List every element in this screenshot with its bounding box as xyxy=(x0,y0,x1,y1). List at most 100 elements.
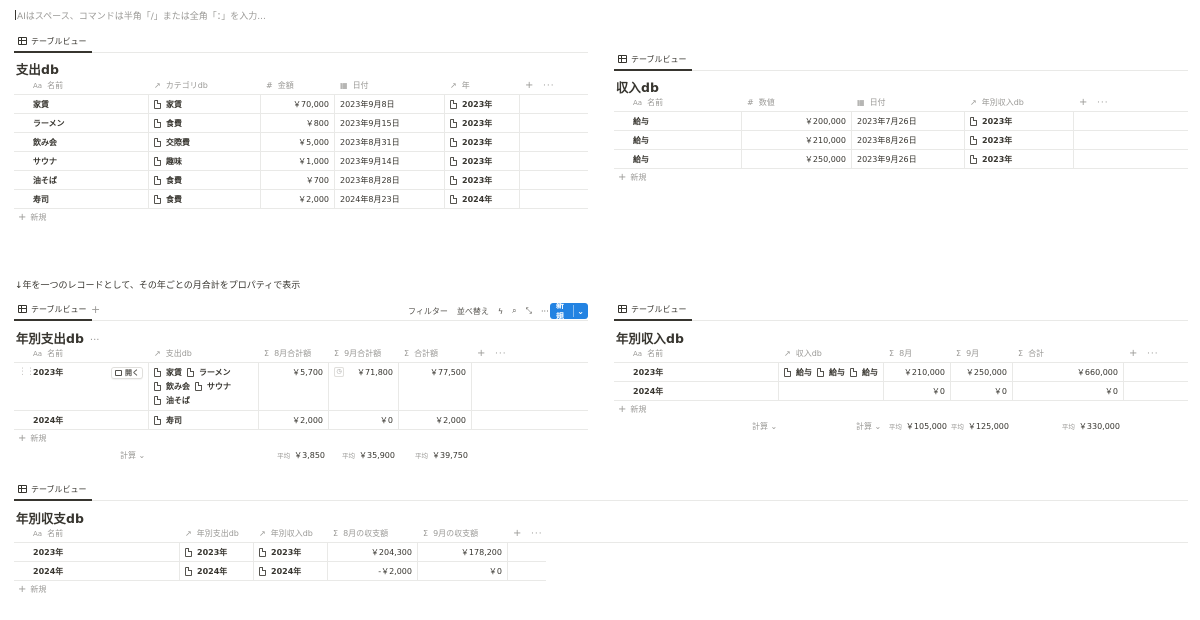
column-header-aug[interactable]: Σ 8月 xyxy=(884,345,951,362)
name-cell[interactable]: 2024年 xyxy=(28,411,149,429)
column-header-date[interactable]: ▦ 日付 xyxy=(335,77,445,94)
column-header-sep-total[interactable]: Σ 9月合計額 xyxy=(329,345,399,362)
avg-aug[interactable]: 平均 ￥105,000 xyxy=(884,418,947,434)
column-header-total[interactable]: Σ 合計 xyxy=(1013,345,1124,362)
name-cell[interactable]: 2023年 開く xyxy=(28,363,149,410)
amount-cell[interactable]: ￥1,000 xyxy=(261,152,335,170)
amount-cell[interactable]: ￥5,000 xyxy=(261,133,335,151)
relation-item[interactable]: 2023年 xyxy=(450,156,492,167)
name-cell[interactable]: 2024年 xyxy=(28,562,180,580)
date-cell[interactable]: 2023年9月8日 xyxy=(335,95,445,113)
value-cell[interactable]: ￥200,000 xyxy=(742,112,852,130)
relation-item[interactable]: 2023年 xyxy=(259,547,301,558)
tab-table-view[interactable]: テーブルビュー xyxy=(14,483,92,501)
year-cell[interactable]: 2023年 xyxy=(965,150,1074,168)
column-header-amount[interactable]: # 金額 xyxy=(261,77,335,94)
sep-balance-cell[interactable]: ￥0 xyxy=(418,562,508,580)
expense-relation-cell[interactable]: 家賃 ラーメン 飲み会 サウナ 油そば xyxy=(149,363,259,410)
sep-balance-cell[interactable]: ￥178,200 xyxy=(418,543,508,561)
relation-item[interactable]: 趣味 xyxy=(154,156,182,167)
relation-item[interactable]: 寿司 xyxy=(154,415,182,426)
more-options-button[interactable]: ··· xyxy=(490,345,510,362)
name-cell[interactable]: 給与 xyxy=(628,131,742,149)
column-header-category[interactable]: ↗ カテゴリdb xyxy=(149,77,261,94)
add-property-button[interactable]: + xyxy=(1124,345,1142,362)
relation-item[interactable]: 2023年 xyxy=(970,135,1012,146)
relation-item[interactable]: 飲み会 xyxy=(154,381,190,392)
value-cell[interactable]: ￥210,000 xyxy=(742,131,852,149)
new-row-button[interactable]: + 新規 xyxy=(614,401,1188,418)
more-options-button[interactable]: ··· xyxy=(1142,345,1162,362)
relation-item[interactable]: 給与 xyxy=(784,367,812,378)
new-button[interactable]: 新規 ⌄ xyxy=(550,301,588,321)
column-header-name[interactable]: Aa 名前 xyxy=(628,94,742,111)
relation-item[interactable]: 食費 xyxy=(154,118,182,129)
avg-sep[interactable]: 平均 ￥35,900 xyxy=(329,447,395,463)
add-property-button[interactable]: + xyxy=(520,77,538,94)
column-header-name[interactable]: Aa 名前 xyxy=(28,77,149,94)
calculate-button[interactable]: 計算 ⌄ xyxy=(856,418,881,434)
new-row-button[interactable]: + 新規 xyxy=(14,209,588,226)
more-options-button[interactable]: ··· xyxy=(526,525,546,542)
chevron-down-icon[interactable]: ⌄ xyxy=(577,307,584,316)
total-cell[interactable]: ￥77,500 xyxy=(399,363,472,410)
tab-table-view[interactable]: テーブルビュー xyxy=(614,53,692,71)
yearly-expense-cell[interactable]: 2024年 xyxy=(180,562,254,580)
avg-sep[interactable]: 平均 ￥125,000 xyxy=(951,418,1009,434)
column-header-name[interactable]: Aa 名前 xyxy=(28,345,149,362)
relation-item[interactable]: 2023年 xyxy=(970,154,1012,165)
new-row-button[interactable]: + 新規 xyxy=(614,169,1188,186)
column-header-name[interactable]: Aa 名前 xyxy=(28,525,180,542)
relation-item[interactable]: サウナ xyxy=(195,381,231,392)
name-cell[interactable]: 飲み会 xyxy=(28,133,149,151)
name-cell[interactable]: サウナ xyxy=(28,152,149,170)
amount-cell[interactable]: ￥70,000 xyxy=(261,95,335,113)
column-header-yearly-expense[interactable]: ↗ 年別支出db xyxy=(180,525,254,542)
sep-cell[interactable]: ￥0 xyxy=(951,382,1013,400)
sep-total-cell[interactable]: ￥0 xyxy=(329,411,399,429)
date-cell[interactable]: 2023年9月14日 xyxy=(335,152,445,170)
expense-relation-cell[interactable]: 寿司 xyxy=(149,411,259,429)
aug-cell[interactable]: ￥210,000 xyxy=(884,363,951,381)
search-icon[interactable]: ⌕ xyxy=(512,306,516,316)
relation-item[interactable]: 家賃 xyxy=(154,367,182,378)
date-cell[interactable]: 2023年7月26日 xyxy=(852,112,965,130)
avg-total[interactable]: 平均 ￥39,750 xyxy=(399,447,468,463)
column-header-sep-balance[interactable]: Σ 9月の収支額 xyxy=(418,525,508,542)
year-cell[interactable]: 2023年 xyxy=(445,133,520,151)
calculate-button[interactable]: 計算 ⌄ xyxy=(752,418,777,434)
category-cell[interactable]: 交際費 xyxy=(149,133,261,151)
relation-item[interactable]: 給与 xyxy=(850,367,878,378)
total-cell[interactable]: ￥2,000 xyxy=(399,411,472,429)
date-cell[interactable]: 2023年9月15日 xyxy=(335,114,445,132)
filter-button[interactable]: フィルター xyxy=(408,306,448,317)
relation-item[interactable]: 食費 xyxy=(154,175,182,186)
avg-total[interactable]: 平均 ￥330,000 xyxy=(1013,418,1120,434)
name-cell[interactable]: 2023年 xyxy=(628,363,779,381)
year-cell[interactable]: 2023年 xyxy=(445,171,520,189)
category-cell[interactable]: 食費 xyxy=(149,171,261,189)
name-cell[interactable]: 寿司 xyxy=(28,190,149,208)
column-header-total[interactable]: Σ 合計額 xyxy=(399,345,472,362)
year-cell[interactable]: 2023年 xyxy=(445,95,520,113)
sep-total-cell[interactable]: ◷ ￥71,800 xyxy=(329,363,399,410)
avg-aug[interactable]: 平均 ￥3,850 xyxy=(259,447,325,463)
sep-cell[interactable]: ￥250,000 xyxy=(951,363,1013,381)
relation-item[interactable]: 2024年 xyxy=(185,566,227,577)
income-relation-cell[interactable] xyxy=(779,382,884,400)
open-button[interactable]: 開く xyxy=(111,367,143,379)
name-cell[interactable]: 給与 xyxy=(628,150,742,168)
value-cell[interactable]: ￥250,000 xyxy=(742,150,852,168)
aug-balance-cell[interactable]: ￥204,300 xyxy=(328,543,418,561)
category-cell[interactable]: 家賃 xyxy=(149,95,261,113)
tab-table-view[interactable]: テーブルビュー xyxy=(614,303,692,321)
column-header-year[interactable]: ↗ 年 xyxy=(445,77,520,94)
relation-item[interactable]: 2023年 xyxy=(450,99,492,110)
add-property-button[interactable]: + xyxy=(508,525,526,542)
year-cell[interactable]: 2023年 xyxy=(965,131,1074,149)
year-cell[interactable]: 2023年 xyxy=(965,112,1074,130)
year-cell[interactable]: 2024年 xyxy=(445,190,520,208)
category-cell[interactable]: 趣味 xyxy=(149,152,261,170)
new-row-button[interactable]: + 新規 xyxy=(14,581,1188,598)
add-property-button[interactable]: + xyxy=(472,345,490,362)
